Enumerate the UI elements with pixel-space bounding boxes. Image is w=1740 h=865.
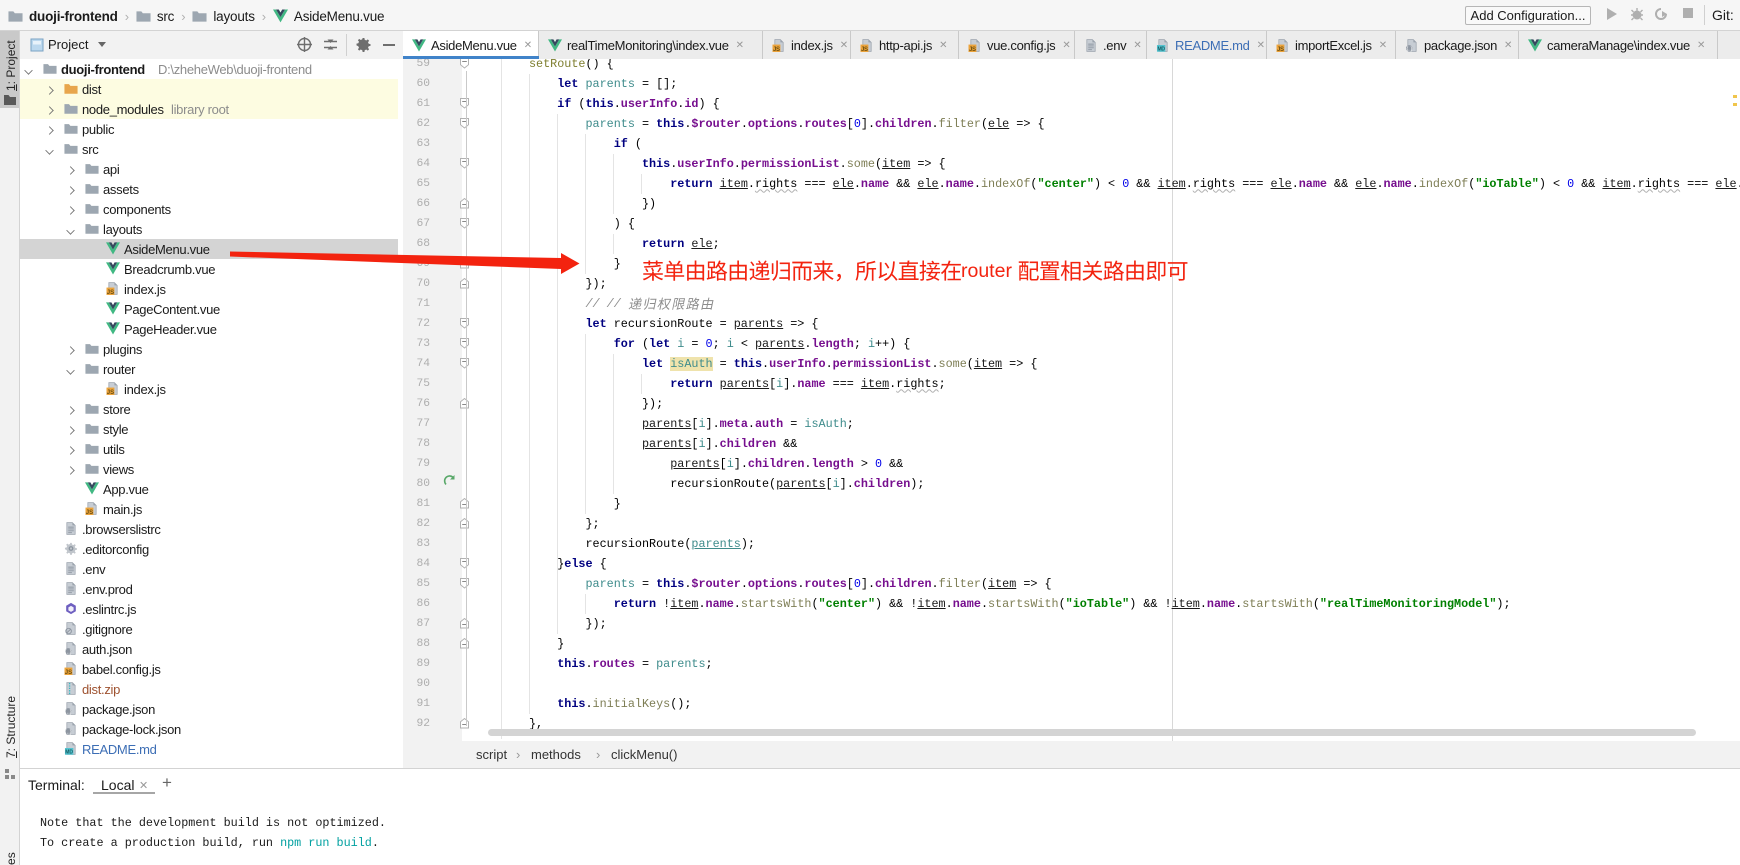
svg-text:{..}: {..} xyxy=(65,709,72,715)
svg-text:MD: MD xyxy=(65,750,73,755)
svg-text:JS: JS xyxy=(86,510,93,515)
svg-text:JS: JS xyxy=(107,290,114,295)
svg-text:{..}: {..} xyxy=(65,649,72,655)
svg-text:JS: JS xyxy=(107,390,114,395)
svg-text:JS: JS xyxy=(65,670,72,675)
svg-text:{..}: {..} xyxy=(1406,46,1412,52)
svg-text:MD: MD xyxy=(1158,46,1166,51)
svg-text:JS: JS xyxy=(773,47,780,52)
svg-text:JS: JS xyxy=(1277,47,1284,52)
svg-text:JS: JS xyxy=(861,47,868,52)
svg-text:{..}: {..} xyxy=(65,729,72,735)
svg-text:JS: JS xyxy=(969,47,976,52)
